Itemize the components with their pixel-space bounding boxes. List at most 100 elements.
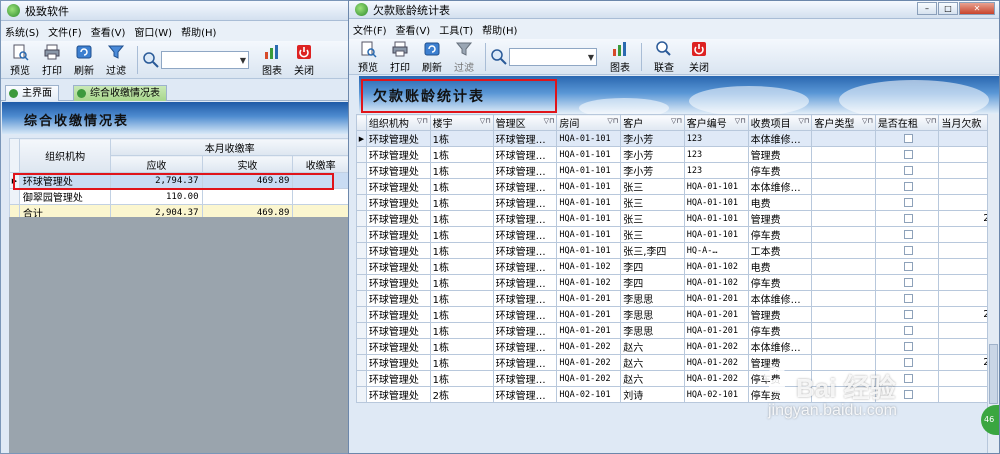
table-row[interactable]: 环球管理处1栋环球管理…HQA-01-101张三HQA-01-101停车费1	[356, 226, 999, 243]
cell-customer-no[interactable]: HQA-01-201	[683, 322, 749, 339]
cell-management-area[interactable]: 环球管理…	[492, 290, 558, 307]
cell-renting[interactable]	[874, 146, 940, 163]
cell-org[interactable]: 环球管理处	[365, 258, 431, 275]
cell-room[interactable]: HQA-01-101	[556, 194, 622, 211]
cell-customer[interactable]: 张三	[620, 226, 685, 243]
table-row[interactable]: 御翠园管理处 110.00	[9, 188, 349, 205]
cell-customer-no[interactable]: 123	[683, 162, 749, 179]
cell-building[interactable]: 1栋	[429, 290, 494, 307]
cell-charge-item[interactable]: 本体维修…	[747, 290, 813, 307]
renting-checkbox[interactable]	[903, 261, 913, 271]
cell-management-area[interactable]: 环球管理…	[492, 386, 558, 403]
table-row[interactable]: 环球管理处1栋环球管理…HQA-01-201李思思HQA-01-201停车费1	[356, 322, 999, 339]
cell-building[interactable]: 1栋	[429, 242, 494, 259]
cell-charge-item[interactable]: 本体维修…	[747, 130, 813, 147]
column-header[interactable]: 房间 ▽⊓	[556, 114, 622, 131]
cell-customer[interactable]: 李思思	[620, 290, 685, 307]
filter-pin-icon[interactable]: ▽⊓	[926, 117, 937, 125]
preview-button[interactable]: 预览	[5, 43, 35, 77]
cell-renting[interactable]	[874, 338, 940, 355]
cell-charge-item[interactable]: 管理费	[747, 210, 813, 227]
cell-customer-type[interactable]	[811, 306, 876, 323]
cell-org[interactable]: 环球管理处	[365, 386, 431, 403]
renting-checkbox[interactable]	[903, 213, 913, 223]
table-row[interactable]: 环球管理处1栋环球管理…HQA-01-102李四HQA-01-102停车费1	[356, 274, 999, 291]
cell-customer-no[interactable]: HQA-01-102	[683, 274, 749, 291]
cell-room[interactable]: HQA-01-202	[556, 338, 622, 355]
cell-charge-item[interactable]: 电费	[747, 258, 813, 275]
cell-customer[interactable]: 李小芳	[620, 162, 685, 179]
cell-customer[interactable]: 李思思	[620, 306, 685, 323]
table-row[interactable]: 环球管理处1栋环球管理…HQA-01-101张三HQA-01-101本体维修…1	[356, 178, 999, 195]
column-header[interactable]: 客户 ▽⊓	[620, 114, 685, 131]
renting-checkbox[interactable]	[903, 165, 913, 175]
cell-customer[interactable]: 张三	[620, 178, 685, 195]
cell-customer[interactable]: 李思思	[620, 322, 685, 339]
cell-org[interactable]: 环球管理处	[365, 274, 431, 291]
renting-checkbox[interactable]	[903, 133, 913, 143]
menu-tools[interactable]: 工具(T)	[439, 22, 473, 37]
search-combo[interactable]: ▼	[161, 50, 249, 69]
cell-renting[interactable]	[874, 258, 940, 275]
table-row[interactable]: ▶ 环球管理处 1栋 环球管理… HQA-01-101 李小芳 123 本体维修…	[356, 130, 999, 147]
cell-renting[interactable]	[874, 130, 940, 147]
chart-button[interactable]: 图表	[605, 40, 635, 74]
cell-management-area[interactable]: 环球管理…	[492, 306, 558, 323]
cell-management-area[interactable]: 环球管理…	[492, 354, 558, 371]
column-header[interactable]: 管理区 ▽⊓	[492, 114, 558, 131]
cell-management-area[interactable]: 环球管理…	[492, 370, 558, 387]
cell-room[interactable]: HQA-01-102	[556, 258, 622, 275]
menu-view[interactable]: 查看(V)	[91, 24, 126, 39]
table-row[interactable]: 环球管理处 1栋 环球管理… HQA-01-201 李思思 HQA-01-201 本体维修……	[356, 290, 999, 307]
renting-checkbox[interactable]	[903, 341, 913, 351]
column-header[interactable]: 客户编号 ▽⊓	[683, 114, 749, 131]
cell-customer[interactable]: 李四	[620, 258, 685, 275]
cell-customer-type[interactable]	[811, 290, 876, 307]
cell-renting[interactable]	[874, 306, 940, 323]
cell-charge-item[interactable]: 停车费	[747, 370, 813, 387]
cell-customer-no[interactable]: HQA-01-101	[683, 226, 749, 243]
drilldown-button[interactable]: 联查	[646, 40, 682, 74]
menu-window[interactable]: 窗口(W)	[134, 24, 172, 39]
cell-org[interactable]: 环球管理处	[365, 146, 431, 163]
cell-customer-no[interactable]: HQA-01-201	[683, 306, 749, 323]
cell-renting[interactable]	[874, 178, 940, 195]
table-row[interactable]: 环球管理处 1栋 环球管理… HQA-01-101 李小芳 123 停车费	[356, 162, 999, 179]
cell-paid[interactable]	[201, 188, 294, 205]
filter-pin-icon[interactable]: ▽⊓	[862, 117, 873, 125]
cell-building[interactable]: 1栋	[429, 178, 494, 195]
cell-customer-type[interactable]	[811, 354, 876, 371]
cell-org[interactable]: 环球管理处	[365, 210, 431, 227]
menu-help[interactable]: 帮助(H)	[482, 22, 517, 37]
filter-button[interactable]: 过滤	[449, 40, 479, 74]
table-row[interactable]: 环球管理处1栋环球管理…HQA-01-202赵六HQA-01-202停车费1	[356, 370, 999, 387]
filter-pin-icon[interactable]: ▽⊓	[417, 117, 428, 125]
cell-charge-item[interactable]: 停车费	[747, 274, 813, 291]
renting-checkbox[interactable]	[903, 293, 913, 303]
cell-room[interactable]: HQA-02-101	[556, 386, 622, 403]
renting-checkbox[interactable]	[903, 389, 913, 399]
cell-customer-type[interactable]	[811, 162, 876, 179]
cell-customer[interactable]: 赵六	[620, 370, 685, 387]
renting-checkbox[interactable]	[903, 197, 913, 207]
cell-management-area[interactable]: 环球管理…	[492, 226, 558, 243]
cell-rate[interactable]	[292, 188, 349, 205]
menu-help[interactable]: 帮助(H)	[181, 24, 216, 39]
chevron-down-icon[interactable]: ▼	[240, 56, 246, 65]
menu-system[interactable]: 系统(S)	[5, 24, 39, 39]
cell-renting[interactable]	[874, 322, 940, 339]
table-row[interactable]: 环球管理处1栋环球管理…HQA-01-102李四HQA-01-102电费6	[356, 258, 999, 275]
column-header[interactable]: 是否在租 ▽⊓	[874, 114, 940, 131]
cell-customer-type[interactable]	[811, 178, 876, 195]
close-button[interactable]: 关闭	[289, 43, 319, 77]
menu-view[interactable]: 查看(V)	[396, 22, 431, 37]
cell-customer-type[interactable]	[811, 322, 876, 339]
cell-renting[interactable]	[874, 354, 940, 371]
renting-checkbox[interactable]	[903, 181, 913, 191]
table-row[interactable]: 环球管理处1栋环球管理…HQA-01-201李思思HQA-01-201管理费22	[356, 306, 999, 323]
cell-building[interactable]: 1栋	[429, 210, 494, 227]
cell-charge-item[interactable]: 管理费	[747, 306, 813, 323]
cell-org[interactable]: 环球管理处	[365, 226, 431, 243]
cell-management-area[interactable]: 环球管理…	[492, 258, 558, 275]
cell-customer-no[interactable]: HQA-01-202	[683, 338, 749, 355]
